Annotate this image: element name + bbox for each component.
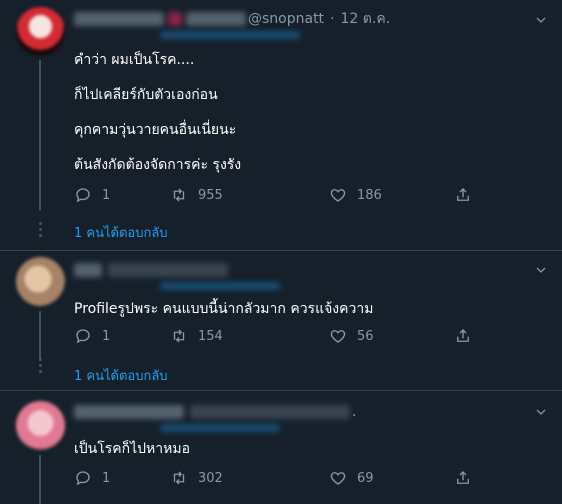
heart-icon [330, 472, 346, 485]
like-count: 69 [357, 470, 374, 486]
chevron-down-icon [536, 17, 546, 23]
tweet-header: @snopnatt · 12 ต.ค. [74, 9, 390, 29]
more-options-button[interactable] [534, 405, 548, 419]
reply-button[interactable]: 1 [74, 186, 110, 204]
tweet-line: Profileรูปพระ คนแบบนี้น่ากลัวมาก ควรแจ้ง… [74, 301, 374, 317]
reply-icon [76, 471, 90, 486]
tweet-actions: 1 302 69 [74, 467, 474, 489]
like-count: 186 [357, 187, 382, 203]
tweet-date[interactable]: 12 ต.ค. [341, 8, 391, 30]
chevron-down-icon [536, 409, 546, 415]
like-button[interactable]: 186 [329, 186, 382, 204]
reply-count: 1 [102, 328, 111, 344]
retweet-icon [173, 188, 185, 202]
avatar[interactable] [16, 401, 65, 450]
show-replies-link[interactable]: 1 คนได้ตอบกลับ [74, 365, 168, 386]
display-name-blurred[interactable] [74, 12, 164, 26]
reply-button[interactable]: 1 [74, 469, 110, 487]
like-button[interactable]: 56 [329, 327, 374, 345]
tweet-line: คำว่า ผมเป็นโรค.... [74, 52, 195, 68]
retweet-icon [173, 329, 185, 343]
share-button[interactable] [454, 469, 472, 487]
retweet-count: 955 [198, 187, 223, 203]
more-options-button[interactable] [534, 263, 548, 277]
reply-icon [76, 188, 90, 203]
thread-line [39, 60, 41, 210]
avatar[interactable] [16, 7, 65, 56]
like-button[interactable]: 69 [329, 469, 374, 487]
reply-button[interactable]: 1 [74, 327, 110, 345]
user-handle[interactable]: @snopnatt [248, 11, 324, 27]
retweet-count: 154 [198, 328, 223, 344]
name-suffix-blurred [186, 12, 246, 26]
tweet-actions: 1 955 186 [74, 184, 474, 206]
share-icon [457, 329, 469, 342]
chevron-down-icon [536, 267, 546, 273]
reply-feed: @snopnatt · 12 ต.ค. คำว่า ผมเป็นโรค.... … [0, 0, 562, 504]
tweet-line: เป็นโรคก็ไปหาหมอ [74, 441, 191, 457]
tweet[interactable]: @snopnatt · 12 ต.ค. คำว่า ผมเป็นโรค.... … [0, 0, 562, 251]
reply-count: 1 [102, 470, 111, 486]
thread-line [39, 311, 41, 361]
display-name-blurred[interactable] [74, 263, 102, 277]
thread-line [39, 455, 41, 504]
tweet-line: ต้นสังกัดต้องจัดการค่ะ รุงรัง [74, 157, 242, 173]
show-replies-link[interactable]: 1 คนได้ตอบกลับ [74, 222, 168, 243]
tweet[interactable]: . เป็นโรคก็ไปหาหมอ 1 302 69 [0, 391, 562, 504]
thread-dots [37, 358, 43, 373]
tweet-text: Profileรูปพระ คนแบบนี้น่ากลัวมาก ควรแจ้ง… [74, 299, 373, 319]
heart-icon [330, 330, 346, 343]
retweet-count: 302 [198, 470, 223, 486]
tweet-line: ก็ไปเคลียร์กับตัวเองก่อน [74, 87, 218, 103]
display-name-blurred[interactable] [74, 405, 184, 419]
retweet-button[interactable]: 302 [170, 469, 223, 487]
avatar[interactable] [16, 257, 65, 306]
retweet-button[interactable]: 154 [170, 327, 223, 345]
tweet-header: . [74, 402, 356, 422]
tweet[interactable]: Profileรูปพระ คนแบบนี้น่ากลัวมาก ควรแจ้ง… [0, 251, 562, 391]
share-icon [457, 188, 469, 201]
reply-icon [76, 329, 90, 344]
more-options-button[interactable] [534, 13, 548, 27]
reply-to-blurred [160, 424, 280, 432]
reply-to-blurred [160, 282, 280, 290]
tweet-line: คุกคามวุ่นวายคนอื่นเนี่ยนะ [74, 122, 237, 138]
heart-icon [330, 189, 346, 202]
tweet-text: เป็นโรคก็ไปหาหมอ [74, 439, 190, 459]
retweet-icon [173, 471, 185, 485]
handle-blurred [108, 263, 228, 277]
share-icon [457, 471, 469, 484]
tweet-actions: 1 154 56 [74, 325, 474, 347]
trailing-dot: . [352, 404, 357, 420]
handle-blurred [190, 405, 350, 419]
reply-to-blurred [160, 31, 300, 39]
retweet-button[interactable]: 955 [170, 186, 223, 204]
separator: · [330, 11, 335, 27]
tweet-header [74, 260, 228, 280]
emoji-blurred [168, 12, 182, 26]
like-count: 56 [357, 328, 374, 344]
share-button[interactable] [454, 186, 472, 204]
share-button[interactable] [454, 327, 472, 345]
reply-count: 1 [102, 187, 111, 203]
tweet-text: คำว่า ผมเป็นโรค.... ก็ไปเคลียร์กับตัวเอง… [74, 50, 241, 175]
thread-dots [37, 222, 43, 237]
